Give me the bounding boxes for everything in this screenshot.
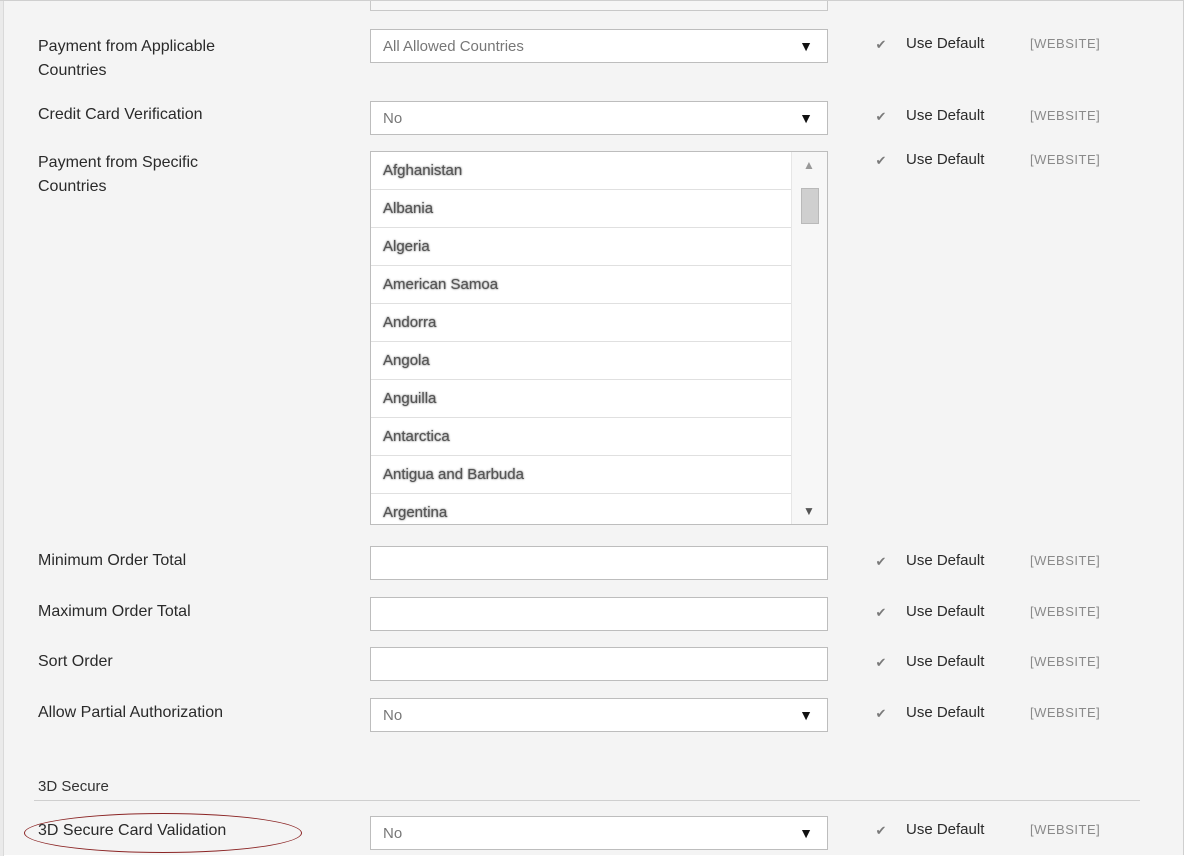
country-option[interactable]: Afghanistan bbox=[371, 152, 791, 190]
config-panel: Payment from Applicable Countries All Al… bbox=[0, 0, 1184, 856]
use-default-label: Use Default bbox=[906, 653, 985, 670]
specific-countries-use-default[interactable]: ✔ Use Default [WEBSITE] bbox=[874, 151, 1134, 173]
scope-badge: [WEBSITE] bbox=[1030, 604, 1101, 619]
applicable-countries-label: Payment from Applicable Countries bbox=[38, 38, 215, 79]
country-option[interactable]: American Samoa bbox=[371, 266, 791, 304]
checkbox-checked-icon[interactable]: ✔ bbox=[874, 110, 888, 124]
use-default-label: Use Default bbox=[906, 35, 985, 52]
3d-secure-card-validation-select[interactable]: No ▼ bbox=[370, 816, 828, 850]
applicable-countries-use-default[interactable]: ✔ Use Default [WEBSITE] bbox=[874, 35, 1134, 57]
country-option[interactable]: Albania bbox=[371, 190, 791, 228]
checkbox-checked-icon[interactable]: ✔ bbox=[874, 555, 888, 569]
checkbox-checked-icon[interactable]: ✔ bbox=[874, 154, 888, 168]
maximum-order-total-input[interactable] bbox=[370, 597, 828, 631]
applicable-countries-select[interactable]: All Allowed Countries ▼ bbox=[370, 29, 828, 63]
checkbox-checked-icon[interactable]: ✔ bbox=[874, 824, 888, 838]
left-frame-edge bbox=[0, 1, 4, 856]
credit-card-verification-label: Credit Card Verification bbox=[38, 106, 203, 123]
scope-badge: [WEBSITE] bbox=[1030, 822, 1101, 837]
scope-badge: [WEBSITE] bbox=[1030, 108, 1101, 123]
country-option[interactable]: Antarctica bbox=[371, 418, 791, 456]
minimum-order-total-input[interactable] bbox=[370, 546, 828, 580]
sort-order-use-default[interactable]: ✔ Use Default [WEBSITE] bbox=[874, 653, 1134, 675]
scope-badge: [WEBSITE] bbox=[1030, 654, 1101, 669]
country-option[interactable]: Algeria bbox=[371, 228, 791, 266]
sort-order-input[interactable] bbox=[370, 647, 828, 681]
previous-field-bottom-edge bbox=[370, 1, 828, 11]
section-title-3d-secure: 3D Secure bbox=[38, 778, 109, 795]
allow-partial-authorization-value: No bbox=[383, 707, 403, 724]
scrollbar-thumb[interactable] bbox=[801, 188, 819, 224]
use-default-label: Use Default bbox=[906, 107, 985, 124]
checkbox-checked-icon[interactable]: ✔ bbox=[874, 656, 888, 670]
maximum-order-total-label: Maximum Order Total bbox=[38, 603, 191, 620]
minimum-order-total-use-default[interactable]: ✔ Use Default [WEBSITE] bbox=[874, 552, 1134, 574]
scope-badge: [WEBSITE] bbox=[1030, 152, 1101, 167]
use-default-label: Use Default bbox=[906, 704, 985, 721]
use-default-label: Use Default bbox=[906, 552, 985, 569]
country-option[interactable]: Anguilla bbox=[371, 380, 791, 418]
section-divider bbox=[34, 800, 1140, 801]
use-default-label: Use Default bbox=[906, 151, 985, 168]
chevron-down-icon: ▼ bbox=[799, 707, 813, 723]
allow-partial-authorization-label: Allow Partial Authorization bbox=[38, 704, 223, 721]
allow-partial-authorization-use-default[interactable]: ✔ Use Default [WEBSITE] bbox=[874, 704, 1134, 726]
country-list: Afghanistan Albania Algeria American Sam… bbox=[371, 152, 791, 524]
chevron-down-icon: ▼ bbox=[799, 110, 813, 126]
credit-card-verification-use-default[interactable]: ✔ Use Default [WEBSITE] bbox=[874, 107, 1134, 129]
chevron-down-icon: ▼ bbox=[799, 825, 813, 841]
specific-countries-label: Payment from Specific Countries bbox=[38, 154, 199, 195]
scope-badge: [WEBSITE] bbox=[1030, 705, 1101, 720]
scope-badge: [WEBSITE] bbox=[1030, 36, 1101, 51]
country-option[interactable]: Andorra bbox=[371, 304, 791, 342]
country-option[interactable]: Angola bbox=[371, 342, 791, 380]
use-default-label: Use Default bbox=[906, 821, 985, 838]
chevron-down-icon: ▼ bbox=[799, 38, 813, 54]
country-option[interactable]: Antigua and Barbuda bbox=[371, 456, 791, 494]
scroll-down-icon[interactable]: ▼ bbox=[803, 504, 815, 518]
country-option[interactable]: Argentina bbox=[371, 494, 791, 524]
credit-card-verification-select[interactable]: No ▼ bbox=[370, 101, 828, 135]
specific-countries-multiselect[interactable]: Afghanistan Albania Algeria American Sam… bbox=[370, 151, 828, 525]
country-list-scrollbar[interactable]: ▲ ▼ bbox=[791, 152, 827, 524]
maximum-order-total-use-default[interactable]: ✔ Use Default [WEBSITE] bbox=[874, 603, 1134, 625]
minimum-order-total-label: Minimum Order Total bbox=[38, 552, 187, 569]
checkbox-checked-icon[interactable]: ✔ bbox=[874, 606, 888, 620]
3d-secure-card-validation-value: No bbox=[383, 825, 403, 842]
use-default-label: Use Default bbox=[906, 603, 985, 620]
checkbox-checked-icon[interactable]: ✔ bbox=[874, 707, 888, 721]
credit-card-verification-value: No bbox=[383, 110, 403, 127]
3d-secure-card-validation-use-default[interactable]: ✔ Use Default [WEBSITE] bbox=[874, 821, 1134, 843]
applicable-countries-value: All Allowed Countries bbox=[383, 38, 524, 55]
sort-order-label: Sort Order bbox=[38, 653, 113, 670]
scroll-up-icon[interactable]: ▲ bbox=[803, 158, 815, 172]
allow-partial-authorization-select[interactable]: No ▼ bbox=[370, 698, 828, 732]
checkbox-checked-icon[interactable]: ✔ bbox=[874, 38, 888, 52]
3d-secure-card-validation-label: 3D Secure Card Validation bbox=[38, 822, 227, 839]
scope-badge: [WEBSITE] bbox=[1030, 553, 1101, 568]
